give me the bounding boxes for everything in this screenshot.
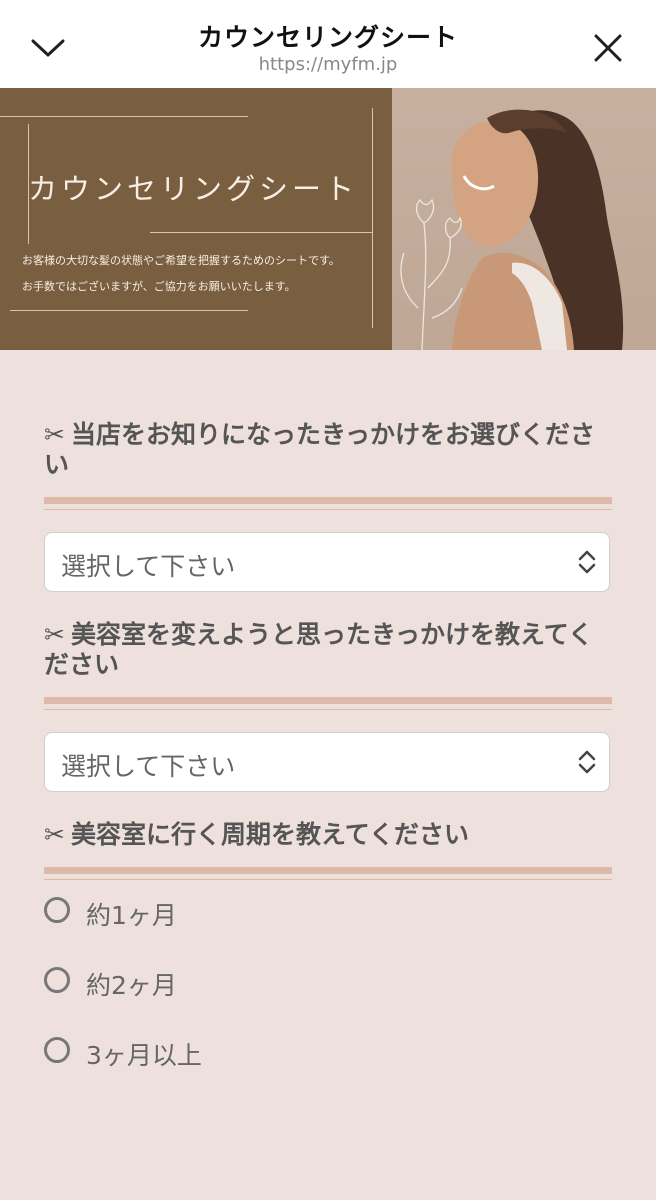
section-divider xyxy=(44,497,612,504)
radio-button[interactable] xyxy=(44,1037,70,1063)
decorative-line xyxy=(10,310,248,311)
woman-portrait-image xyxy=(400,109,624,350)
close-button[interactable] xyxy=(584,24,632,72)
hero-photo xyxy=(392,88,656,350)
radio-option-2[interactable]: 約2ヶ月 xyxy=(44,960,177,1000)
scissors-icon: ✂ xyxy=(44,420,65,449)
decorative-line xyxy=(0,116,248,117)
hero-text-panel: カウンセリングシート お客様の大切な髪の状態やご希望を把握するためのシートです。… xyxy=(0,88,392,350)
decorative-line xyxy=(150,232,372,233)
scissors-icon: ✂ xyxy=(44,820,65,849)
question-1-text: 当店をお知りになったきっかけをお選びください xyxy=(44,420,595,479)
select-value: 選択して下さい xyxy=(61,752,236,781)
chevron-updown-icon xyxy=(578,750,596,774)
chevron-updown-icon xyxy=(578,550,596,574)
hero-subtitle: お客様の大切な髪の状態やご希望を把握するためのシートです。 xyxy=(22,254,340,267)
radio-option-1[interactable]: 約1ヶ月 xyxy=(44,890,177,930)
section-divider xyxy=(44,697,612,704)
radio-button[interactable] xyxy=(44,897,70,923)
select-value: 選択して下さい xyxy=(61,552,236,581)
question-3-title: ✂ 美容室に行く周期を教えてください xyxy=(44,820,614,850)
question-2-title: ✂ 美容室を変えようと思ったきっかけを教えてください xyxy=(44,620,614,680)
top-bar: カウンセリングシート https://myfm.jp xyxy=(0,0,656,88)
radio-label: 3ヶ月以上 xyxy=(86,1041,202,1070)
hero-title: カウンセリングシート xyxy=(28,172,359,206)
section-divider xyxy=(44,709,612,710)
radio-label: 約1ヶ月 xyxy=(86,901,177,930)
hero-banner: カウンセリングシート お客様の大切な髪の状態やご希望を把握するためのシートです。… xyxy=(0,88,656,350)
section-divider xyxy=(44,509,612,510)
question-2-select[interactable]: 選択して下さい xyxy=(44,732,610,792)
scissors-icon: ✂ xyxy=(44,620,65,649)
decorative-line xyxy=(372,108,373,328)
radio-option-3[interactable]: 3ヶ月以上 xyxy=(44,1030,202,1070)
question-3-text: 美容室に行く周期を教えてください xyxy=(70,820,469,849)
section-divider xyxy=(44,879,612,880)
page-url: https://myfm.jp xyxy=(258,54,398,75)
hero-subtitle: お手数ではございますが、ご協力をお願いいたします。 xyxy=(22,280,296,293)
page-title: カウンセリングシート xyxy=(197,23,458,52)
question-1-title: ✂ 当店をお知りになったきっかけをお選びください xyxy=(44,420,614,480)
radio-label: 約2ヶ月 xyxy=(86,971,177,1000)
close-icon xyxy=(594,34,622,62)
question-2-text: 美容室を変えようと思ったきっかけを教えてください xyxy=(44,620,593,679)
section-divider xyxy=(44,867,612,874)
question-1-select[interactable]: 選択して下さい xyxy=(44,532,610,592)
radio-button[interactable] xyxy=(44,967,70,993)
